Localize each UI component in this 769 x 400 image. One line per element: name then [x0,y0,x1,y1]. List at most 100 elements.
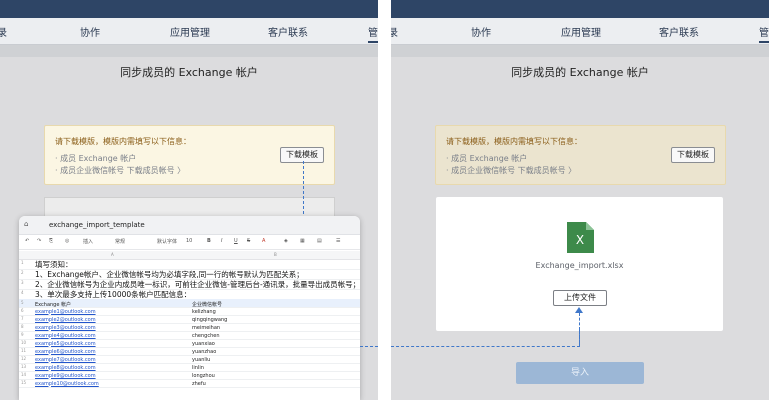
row-number: 10 [21,340,27,345]
arrow-up-icon [575,307,583,313]
connector-line [391,346,580,347]
sheet-toolbar: ↶ ↷ ⎘ ◎ 插入 常规 默认字体 10 B I U S A ◈ ▦ ▤ ☰ [19,235,360,250]
align-icon[interactable]: ☰ [336,238,340,244]
row-number: 7 [21,316,24,321]
row-number: 12 [21,356,27,361]
table-row[interactable]: 15 example10@outlook.com zhefu [19,379,360,388]
notice-line-exchange: · 成员 Exchange 帐户 [55,154,137,163]
row-number: 1 [21,260,24,265]
row-number: 5 [21,300,24,305]
bold-button[interactable]: B [207,238,211,244]
notice-title: 请下载模版，模版内需填写以下信息： [55,137,191,146]
clear-icon[interactable]: ◎ [65,238,69,244]
tab-app-management[interactable]: 应用管理 [170,24,210,39]
row-number: 14 [21,372,27,377]
merge-icon[interactable]: ▤ [317,238,322,244]
insert-menu[interactable]: 插入 [83,238,93,245]
row-number: 3 [21,280,24,285]
cell-a[interactable]: example9@outlook.com [35,373,96,379]
italic-button[interactable]: I [221,238,222,244]
cell-a[interactable]: example5@outlook.com [35,341,96,347]
upload-file-button[interactable]: 上传文件 [553,290,607,306]
cell-a[interactable]: example1@outlook.com [35,309,96,315]
row-number: 4 [21,290,24,295]
page-title: 同步成员的 Exchange 帐户 [120,66,258,79]
column-b-header[interactable]: B [274,252,277,257]
sheet-title: exchange_import_template [49,221,145,229]
sheet-tab-bar: ⌂ exchange_import_template [19,216,360,235]
cell-b[interactable]: yuanzhao [192,349,216,355]
page-title: 同步成员的 Exchange 帐户 [511,66,649,79]
border-icon[interactable]: ▦ [300,238,305,244]
top-bar [0,0,378,18]
tab-customer-contact[interactable]: 客户联系 [659,24,699,39]
cell-b[interactable]: linlin [192,365,204,371]
redo-icon[interactable]: ↷ [37,238,41,244]
cell-b[interactable]: meimeihan [192,325,220,331]
font-family-select[interactable]: 默认字体 [157,238,177,245]
row-number: 9 [21,332,24,337]
fill-color-icon[interactable]: ◈ [284,238,288,244]
cell-b[interactable]: zhefu [192,381,206,387]
undo-icon[interactable]: ↶ [25,238,29,244]
cell-a[interactable]: example4@outlook.com [35,333,96,339]
tab-partial-left[interactable]: 录 [0,24,7,39]
column-a-header[interactable]: A [111,252,114,257]
sub-bar [391,45,769,57]
cell-b[interactable]: yuanliu [192,357,210,363]
cell-a[interactable]: example8@outlook.com [35,365,96,371]
font-size-select[interactable]: 10 [186,238,192,244]
font-color-button[interactable]: A [262,238,265,244]
cell-b[interactable]: kelizhang [192,309,216,315]
spreadsheet-window: ⌂ exchange_import_template ↶ ↷ ⎘ ◎ 插入 常规… [19,216,360,400]
tab-partial-left[interactable]: 录 [391,24,398,39]
cell-a[interactable]: example10@outlook.com [35,381,99,387]
tab-customer-contact[interactable]: 客户联系 [268,24,308,39]
template-notice: 请下载模版，模版内需填写以下信息： · 成员 Exchange 帐户 · 成员企… [435,125,726,185]
cell-b[interactable]: yuanxiao [192,341,215,347]
cell-b[interactable]: longzhou [192,373,215,379]
cell-a[interactable]: example6@outlook.com [35,349,96,355]
import-button[interactable]: 导入 [516,362,644,384]
sheet-grid[interactable]: 1 填写须知： 2 1、Exchange帐户、企业微信帐号均为必填字段,同一行的帐号默… [19,259,360,400]
tab-management[interactable]: 管 [759,24,769,43]
cell-a[interactable]: example3@outlook.com [35,325,96,331]
template-notice: 请下载模版，模版内需填写以下信息： · 成员 Exchange 帐户 · 成员企… [44,125,335,185]
notice-line-exchange: · 成员 Exchange 帐户 [446,154,528,163]
excel-file-icon: X [567,222,594,253]
sub-bar [0,45,378,57]
tab-collaboration[interactable]: 协作 [80,24,100,39]
download-template-button[interactable]: 下载模板 [280,147,324,163]
right-panel: 录 协作 应用管理 客户联系 管 同步成员的 Exchange 帐户 请下载模版… [391,0,769,400]
format-painter-icon[interactable]: ⎘ [49,238,53,244]
home-icon[interactable]: ⌂ [24,220,28,228]
row-number: 2 [21,270,24,275]
row-number: 8 [21,324,24,329]
tab-app-management[interactable]: 应用管理 [561,24,601,39]
format-menu[interactable]: 常规 [115,238,125,245]
nav-tab-bar: 录 协作 应用管理 客户联系 管 [391,18,769,45]
tab-collaboration[interactable]: 协作 [471,24,491,39]
tab-management[interactable]: 管 [368,24,378,43]
row-number: 6 [21,308,24,313]
left-panel: 录 协作 应用管理 客户联系 管 同步成员的 Exchange 帐户 请下载模版… [0,0,378,400]
uploaded-file-name: Exchange_import.xlsx [535,261,624,270]
cell-a[interactable]: example7@outlook.com [35,357,96,363]
excel-icon-letter: X [576,233,584,247]
row-number: 13 [21,364,27,369]
upload-card: X Exchange_import.xlsx 上传文件 [436,197,723,344]
connector-line [579,330,580,347]
notice-line-wecom[interactable]: · 成员企业微信帐号 下载成员帐号 〉 [55,165,185,176]
connector-line [303,161,304,219]
strikethrough-button[interactable]: S [247,238,250,244]
row-number: 15 [21,380,27,385]
nav-tab-bar: 录 协作 应用管理 客户联系 管 [0,18,378,45]
notice-line-wecom[interactable]: · 成员企业微信帐号 下载成员帐号 〉 [446,165,576,176]
connector-line [360,346,378,347]
download-template-button[interactable]: 下载模板 [671,147,715,163]
cell-b[interactable]: chengchen [192,333,220,339]
cell-b[interactable]: qingqingwang [192,317,227,323]
notice-title: 请下载模版，模版内需填写以下信息： [446,137,582,146]
underline-button[interactable]: U [234,238,238,244]
cell-a[interactable]: example2@outlook.com [35,317,96,323]
